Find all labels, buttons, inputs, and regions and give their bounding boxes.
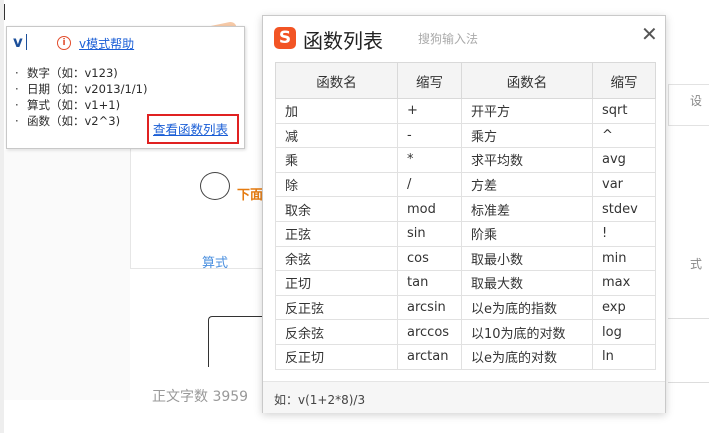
function-abbr-cell: arcsin <box>397 294 462 321</box>
function-abbr-cell: avg <box>592 147 656 173</box>
function-abbr-cell: ^ <box>592 122 656 149</box>
v-mode-help-link[interactable]: v模式帮助 <box>79 35 134 52</box>
column-header: 缩写 <box>592 62 656 99</box>
function-abbr-cell: + <box>397 98 462 124</box>
table-row: 余弦 cos 取最小数 min <box>275 245 656 272</box>
function-name-cell: 开平方 <box>461 98 593 124</box>
function-name-cell: 标准差 <box>461 196 593 222</box>
function-abbr-cell: sqrt <box>592 98 656 124</box>
text-caret <box>4 4 5 20</box>
info-icon: i <box>57 36 71 50</box>
function-name-cell: 除 <box>275 171 398 198</box>
function-list-dialog: S 函数列表 搜狗输入法 ✕ 函数名 缩写 函数名 缩写 加 + 开平方 sqrt 减 -… <box>262 15 666 413</box>
function-name-cell: 正切 <box>275 270 398 296</box>
footer-example: 如：v(1+2*8)/3 <box>274 393 366 407</box>
function-abbr-cell: min <box>592 245 656 272</box>
function-name-cell: 余弦 <box>275 245 398 272</box>
view-function-list-label: 查看函数列表 <box>153 122 229 137</box>
table-row: 乘 * 求平均数 avg <box>275 147 656 173</box>
function-abbr-cell: / <box>397 171 462 198</box>
function-name-cell: 以10为底的对数 <box>461 319 593 345</box>
function-abbr-cell: cos <box>397 245 462 272</box>
table-row: 反余弦 arccos 以10为底的对数 log <box>275 319 656 345</box>
table-row: 加 + 开平方 sqrt <box>275 98 656 124</box>
table-header-row: 函数名 缩写 函数名 缩写 <box>275 62 656 99</box>
function-name-cell: 方差 <box>461 171 593 198</box>
word-count: 正文字数 3959 <box>152 386 248 406</box>
column-header: 函数名 <box>461 62 593 99</box>
background-right-panel <box>668 84 709 126</box>
background-right-text-2: 式 <box>690 257 703 271</box>
dialog-footer: 如：v(1+2*8)/3 <box>263 381 665 413</box>
function-name-cell: 以e为底的指数 <box>461 294 593 321</box>
help-item: · 函数（如：v2^3) <box>15 114 121 128</box>
table-row: 取余 mod 标准差 stdev <box>275 196 656 222</box>
background-right-text: 设 <box>690 94 703 108</box>
table-row: 反正切 arctan 以e为底的对数 ln <box>275 343 656 370</box>
function-abbr-cell: ln <box>592 343 656 370</box>
function-abbr-cell: arccos <box>397 319 462 345</box>
function-abbr-cell: max <box>592 270 656 296</box>
function-table-body: 加 + 开平方 sqrt 减 - 乘方 ^ 乘 * 求平均数 avg 除 / 方差 var 取余 mod 标准差 st… <box>275 98 656 370</box>
table-row: 正弦 sin 阶乘! <box>275 220 656 247</box>
calc-label: 算式 <box>202 256 229 271</box>
function-abbr-cell: log <box>592 319 656 345</box>
view-function-list-button[interactable]: 查看函数列表 <box>147 114 239 144</box>
function-name-cell: 阶乘 <box>461 220 593 247</box>
function-name-cell: 求平均数 <box>461 147 593 173</box>
page-side-area <box>4 150 130 400</box>
download-label[interactable]: 下面 <box>237 184 263 203</box>
function-abbr-cell: arctan <box>397 343 462 370</box>
close-icon[interactable]: ✕ <box>641 24 658 44</box>
download-icon <box>200 172 230 200</box>
divider <box>668 318 709 319</box>
function-abbr-cell: stdev <box>592 196 656 222</box>
function-name-cell: 反余弦 <box>275 319 398 345</box>
dialog-subtitle: 搜狗输入法 <box>418 32 479 46</box>
function-abbr-cell: var <box>592 171 656 198</box>
function-abbr-cell: exp <box>592 294 656 321</box>
help-item: · 数字（如：v123) <box>15 66 118 80</box>
help-list: · 数字（如：v123) · 日期（如：v2013/1/1) · 算式（如：v1+1)… <box>15 65 147 129</box>
function-name-cell: 反正弦 <box>275 294 398 321</box>
function-abbr-cell: mod <box>397 196 462 222</box>
help-item: · 日期（如：v2013/1/1) <box>15 82 148 96</box>
column-header: 缩写 <box>397 62 462 99</box>
function-abbr-cell: ! <box>592 220 656 247</box>
sogou-logo-icon: S <box>274 27 296 49</box>
table-row: 除 / 方差 var <box>275 171 656 198</box>
table-row: 减 - 乘方 ^ <box>275 122 656 149</box>
divider <box>668 382 709 383</box>
table-row: 正切 tan 取最大数 max <box>275 270 656 296</box>
function-name-cell: 取余 <box>275 196 398 222</box>
word-count-label: 正文字数 <box>152 389 208 405</box>
input-caret <box>26 34 27 50</box>
function-name-cell: 以e为底的对数 <box>461 343 593 370</box>
function-abbr-cell: sin <box>397 220 462 247</box>
function-name-cell: 取最大数 <box>461 270 593 296</box>
function-name-cell: 反正切 <box>275 343 398 370</box>
v-mode-help-panel: i v模式帮助 · 数字（如：v123) · 日期（如：v2013/1/1) · 算式… <box>6 26 245 149</box>
help-item: · 算式（如：v1+1) <box>15 98 121 112</box>
function-name-cell: 正弦 <box>275 220 398 247</box>
function-name-cell: 减 <box>275 122 398 149</box>
function-abbr-cell: tan <box>397 270 462 296</box>
function-name-cell: 加 <box>275 98 398 124</box>
table-row: 反正弦 arcsin 以e为底的指数 exp <box>275 294 656 321</box>
input-composition: v <box>13 33 23 51</box>
function-name-cell: 乘 <box>275 147 398 173</box>
dialog-title: 函数列表 <box>303 29 383 53</box>
function-table: 函数名 缩写 函数名 缩写 加 + 开平方 sqrt 减 - 乘方 ^ 乘 * 求平均数 avg 除 / 方… <box>275 62 656 370</box>
word-count-value: 3959 <box>212 389 249 405</box>
function-abbr-cell: * <box>397 147 462 173</box>
function-abbr-cell: - <box>397 122 462 149</box>
function-name-cell: 乘方 <box>461 122 593 149</box>
column-header: 函数名 <box>275 62 398 99</box>
function-name-cell: 取最小数 <box>461 245 593 272</box>
